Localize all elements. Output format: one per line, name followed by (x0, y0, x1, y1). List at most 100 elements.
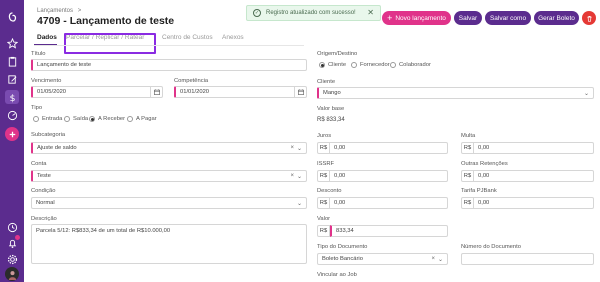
radio-entrada[interactable]: Entrada (33, 116, 62, 122)
valor-value[interactable]: 833,34 (330, 225, 448, 237)
tab-divider (34, 45, 304, 46)
subcategoria-value: Ajuste de saldo (37, 145, 77, 151)
gear-icon[interactable] (5, 252, 19, 266)
descricao-label: Descrição (31, 216, 57, 222)
breadcrumb-separator: > (77, 8, 82, 14)
tab-dados[interactable]: Dados (37, 34, 57, 41)
outras-retencoes-field[interactable]: R$ 0,00 (461, 170, 594, 182)
cliente-select[interactable]: Mango ⌄ (317, 87, 594, 99)
clear-icon[interactable]: × (290, 173, 294, 179)
radio-cliente[interactable]: Cliente (319, 62, 346, 68)
vencimento-value: 01/05/2020 (37, 89, 67, 95)
issrf-field[interactable]: R$ 0,00 (317, 170, 448, 182)
titulo-label: Título (31, 51, 46, 57)
subcategoria-select[interactable]: Ajuste de saldo × ⌄ (31, 142, 307, 154)
tab-centro-custos[interactable]: Centro de Custos (162, 34, 213, 41)
juros-label: Juros (317, 133, 332, 139)
multa-field[interactable]: R$ 0,00 (461, 142, 594, 154)
chevron-down-icon[interactable]: ⌄ (297, 173, 302, 180)
juros-field[interactable]: R$ 0,00 (317, 142, 448, 154)
currency-prefix: R$ (317, 170, 330, 182)
competencia-field[interactable]: 01/01/2020 (174, 86, 307, 98)
app-logo-icon[interactable] (5, 10, 19, 24)
valor-field[interactable]: R$ 833,34 (317, 225, 448, 237)
tab-anexos[interactable]: Anexos (222, 34, 244, 41)
valor-base-label: Valor base (317, 106, 345, 112)
delete-button[interactable] (582, 11, 596, 25)
numero-documento-label: Número do Documento (461, 244, 521, 250)
breadcrumb[interactable]: Lançamentos > (37, 8, 81, 14)
outras-retencoes-value[interactable]: 0,00 (474, 170, 594, 182)
close-icon[interactable]: ✕ (367, 8, 374, 17)
bell-icon[interactable] (5, 235, 20, 250)
radio-fornecedor[interactable]: Fornecedor (351, 62, 390, 68)
origem-label: Origem/Destino (317, 51, 358, 57)
multa-value[interactable]: 0,00 (474, 142, 594, 154)
desconto-value[interactable]: 0,00 (330, 197, 448, 209)
conta-select[interactable]: Teste × ⌄ (31, 170, 307, 182)
radio-colaborador[interactable]: Colaborador (390, 62, 431, 68)
success-toast: ✓ Registro atualizado com sucesso! ✕ (246, 5, 381, 21)
tipo-label: Tipo (31, 105, 43, 111)
radio-saida[interactable]: Saída (64, 116, 88, 122)
radio-a-pagar[interactable]: A Pagar (127, 116, 157, 122)
conta-value: Teste (37, 173, 51, 179)
generate-boleto-button[interactable]: Gerar Boleto (534, 11, 579, 25)
vencimento-field[interactable]: 01/05/2020 (31, 86, 163, 98)
chevron-down-icon[interactable]: ⌄ (584, 90, 589, 97)
tipo-documento-select[interactable]: Boleto Bancário × ⌄ (317, 253, 448, 265)
issrf-label: ISSRF (317, 161, 335, 167)
condicao-label: Condição (31, 188, 56, 194)
competencia-label: Competência (174, 78, 209, 84)
main-content: Lançamentos > 4709 - Lançamento de teste… (24, 0, 600, 282)
new-entry-label: Novo lançamento (395, 14, 446, 22)
save-as-button[interactable]: Salvar como (485, 11, 531, 25)
check-circle-icon: ✓ (253, 9, 261, 17)
numero-documento-field[interactable] (461, 253, 594, 265)
titulo-field[interactable]: Lançamento de teste (31, 59, 307, 71)
chevron-down-icon[interactable]: ⌄ (297, 200, 302, 207)
toast-message: Registro atualizado com sucesso! (266, 10, 356, 16)
tarifa-label: Tarifa PJBank (461, 188, 497, 194)
clear-icon[interactable]: × (431, 256, 435, 262)
descricao-textarea[interactable]: Parcela 5/12: R$833,34 de um total de R$… (31, 224, 307, 264)
save-button[interactable]: Salvar (454, 11, 482, 25)
cliente-value: Mango (323, 90, 341, 96)
titulo-value: Lançamento de teste (37, 62, 92, 68)
vencimento-label: Vencimento (31, 78, 62, 84)
desconto-field[interactable]: R$ 0,00 (317, 197, 448, 209)
tarifa-field[interactable]: R$ 0,00 (461, 197, 594, 209)
condicao-value: Normal (36, 200, 55, 206)
competencia-value: 01/01/2020 (180, 89, 210, 95)
page-title: 4709 - Lançamento de teste (37, 15, 175, 27)
chevron-down-icon[interactable]: ⌄ (438, 256, 443, 263)
tab-highlight-box (64, 33, 156, 54)
issrf-value[interactable]: 0,00 (330, 170, 448, 182)
currency-prefix: R$ (317, 197, 330, 209)
radio-a-receber[interactable]: A Receber (89, 116, 125, 122)
tipo-documento-value: Boleto Bancário (322, 256, 363, 262)
tipo-documento-label: Tipo do Documento (317, 244, 368, 250)
dollar-icon[interactable]: $ (5, 90, 19, 104)
clear-icon[interactable]: × (290, 145, 294, 151)
calendar-icon[interactable] (150, 87, 162, 97)
breadcrumb-item[interactable]: Lançamentos (37, 8, 73, 14)
currency-prefix: R$ (317, 142, 330, 154)
juros-value[interactable]: 0,00 (330, 142, 448, 154)
add-icon[interactable] (5, 127, 19, 141)
clock-icon[interactable] (5, 220, 19, 234)
avatar[interactable] (5, 267, 19, 281)
svg-text:$: $ (9, 93, 15, 103)
calendar-icon[interactable] (294, 87, 306, 97)
new-entry-button[interactable]: + Novo lançamento (382, 11, 451, 25)
chevron-down-icon[interactable]: ⌄ (297, 145, 302, 152)
edit-document-icon[interactable] (5, 72, 19, 86)
currency-prefix: R$ (461, 170, 474, 182)
condicao-select[interactable]: Normal ⌄ (31, 197, 307, 209)
clipboard-icon[interactable] (5, 54, 19, 68)
valor-label: Valor (317, 216, 331, 222)
tarifa-value[interactable]: 0,00 (474, 197, 594, 209)
dashboard-icon[interactable] (5, 108, 19, 122)
trash-icon (586, 15, 592, 22)
star-icon[interactable] (5, 36, 19, 50)
